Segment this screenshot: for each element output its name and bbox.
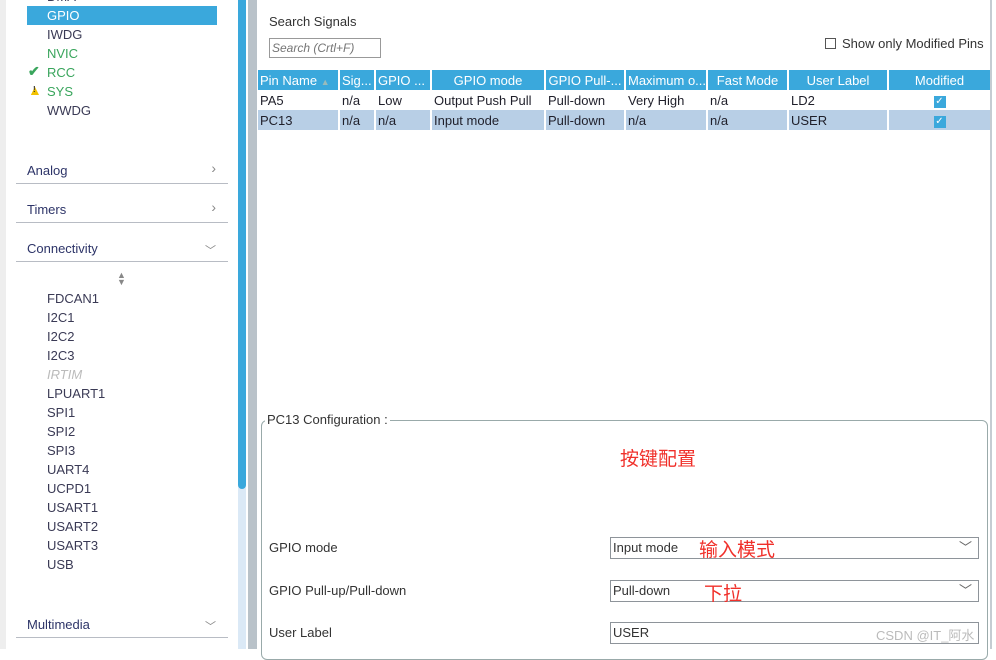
header-max-output-speed[interactable]: Maximum o... (626, 70, 706, 90)
sidebar-scrollbar-thumb[interactable] (238, 0, 246, 489)
table-cell: Input mode (432, 110, 544, 130)
user-label-label: User Label (269, 625, 332, 640)
select-value: Input mode (613, 540, 679, 555)
sidebar-item-uart4[interactable]: UART4 (47, 460, 89, 479)
header-fast-mode[interactable]: Fast Mode (708, 70, 787, 90)
table-cell: n/a (342, 92, 361, 108)
modified-checkbox[interactable]: ✓ (933, 96, 946, 108)
table-cell: Low (378, 92, 402, 108)
input-value: USER (613, 625, 650, 640)
sidebar-item-irtim[interactable]: IRTIM (47, 365, 82, 384)
gpio-mode-label: GPIO mode (269, 540, 338, 555)
chevron-down-icon: ﹀ (205, 621, 216, 633)
sidebar-item-i2c2[interactable]: I2C2 (47, 327, 74, 346)
header-gpio-mode[interactable]: GPIO mode (432, 70, 544, 90)
header-signal[interactable]: Sig... (340, 70, 374, 90)
header-modified[interactable]: Modified (889, 70, 990, 90)
sidebar-item-i2c3[interactable]: I2C3 (47, 346, 74, 365)
category-connectivity[interactable]: Connectivity ﹀ (16, 238, 228, 262)
chevron-right-icon: › (211, 199, 216, 215)
search-input[interactable] (269, 38, 381, 58)
table-cell: Output Push Pull (434, 92, 532, 108)
show-modified-checkbox[interactable] (825, 38, 836, 49)
pull-label: GPIO Pull-up/Pull-down (269, 583, 407, 598)
category-label: Timers (27, 202, 67, 217)
table-cell: n/a (626, 110, 706, 130)
table-cell: n/a (376, 110, 430, 130)
header-gpio-pull[interactable]: GPIO Pull-... (546, 70, 624, 90)
sidebar-item-spi3[interactable]: SPI3 (47, 441, 75, 460)
table-cell: n/a (340, 110, 374, 130)
sidebar-item-nvic[interactable]: NVIC (47, 44, 78, 63)
annotation-gpio-mode: 输入模式 (699, 540, 776, 561)
sidebar-item-wwdg[interactable]: WWDG (47, 101, 91, 120)
sort-ascending-icon: ▲ (320, 76, 330, 87)
sidebar-item-i2c1[interactable]: I2C1 (47, 308, 74, 327)
modified-checkbox[interactable]: ✓ (933, 116, 946, 128)
sidebar-item-sys[interactable]: SYS (47, 82, 73, 101)
sort-icon[interactable]: ▲ ▼ (117, 271, 126, 287)
category-label: Multimedia (27, 617, 90, 632)
search-signals-label: Search Signals (269, 14, 357, 29)
sidebar-item-gpio[interactable]: GPIO (47, 6, 80, 25)
sidebar-item-spi2[interactable]: SPI2 (47, 422, 75, 441)
sidebar-item-ucpd1[interactable]: UCPD1 (47, 479, 91, 498)
chevron-right-icon: › (211, 160, 216, 176)
sidebar-item-lpuart1[interactable]: LPUART1 (47, 384, 105, 403)
sidebar-item-usart1[interactable]: USART1 (47, 498, 98, 517)
header-user-label[interactable]: User Label (789, 70, 887, 90)
sidebar-item-usb[interactable]: USB (47, 555, 74, 574)
modified-cell: ✓ (889, 110, 990, 130)
modified-cell: ✓ (889, 90, 990, 110)
header-gpio-output-level[interactable]: GPIO ... (376, 70, 430, 90)
table-cell: Pull-down (546, 110, 624, 130)
warning-icon-mark: ! (33, 85, 36, 94)
category-timers[interactable]: Timers › (16, 199, 228, 223)
table-cell: Pull-down (548, 92, 606, 108)
gpio-mode-select[interactable]: Input mode ﹀ (610, 537, 979, 559)
category-label: Connectivity (27, 241, 98, 256)
sidebar-border (0, 0, 6, 649)
sidebar-item-rcc[interactable]: RCC (47, 63, 75, 82)
pin-table: Pin Name ▲ Sig... GPIO ... GPIO mode GPI… (256, 70, 992, 130)
table-cell: n/a (708, 110, 787, 130)
sidebar-item-usart3[interactable]: USART3 (47, 536, 98, 555)
header-label: Pin Name (260, 72, 318, 88)
table-cell: LD2 (791, 92, 815, 108)
category-label: Analog (27, 163, 68, 178)
annotation-title: 按键配置 (620, 449, 697, 470)
sidebar-item-fdcan1[interactable]: FDCAN1 (47, 289, 99, 308)
check-icon: ✔ (28, 63, 40, 79)
select-value: Pull-down (613, 583, 671, 598)
table-row[interactable]: PA5 n/a Low Output Push Pull Pull-down Very H… (258, 90, 990, 110)
pull-select[interactable]: Pull-down ﹀ (610, 580, 979, 602)
sidebar-item-usart2[interactable]: USART2 (47, 517, 98, 536)
category-analog[interactable]: Analog › (16, 160, 228, 184)
show-modified-label: Show only Modified Pins (842, 36, 984, 51)
header-pin-name[interactable]: Pin Name ▲ (258, 70, 338, 90)
sidebar-item-iwdg[interactable]: IWDG (47, 25, 82, 44)
watermark: CSDN @IT_阿水 (876, 628, 975, 643)
chevron-down-icon: ﹀ (205, 245, 216, 257)
sidebar-item-spi1[interactable]: SPI1 (47, 403, 75, 422)
chevron-down-icon: ﹀ (958, 583, 972, 598)
table-cell: USER (789, 110, 887, 130)
table-cell: Very High (628, 92, 685, 108)
annotation-pull: 下拉 (704, 584, 743, 605)
config-title: PC13 Configuration : (265, 412, 390, 427)
table-cell: n/a (710, 92, 729, 108)
table-row[interactable]: PC13 n/a n/a Input mode Pull-down n/a n/a USER ✓ (258, 110, 990, 130)
table-cell: PC13 (258, 110, 338, 130)
category-multimedia[interactable]: Multimedia ﹀ (16, 614, 228, 638)
table-cell: PA5 (260, 92, 284, 108)
chevron-down-icon: ﹀ (958, 540, 972, 555)
